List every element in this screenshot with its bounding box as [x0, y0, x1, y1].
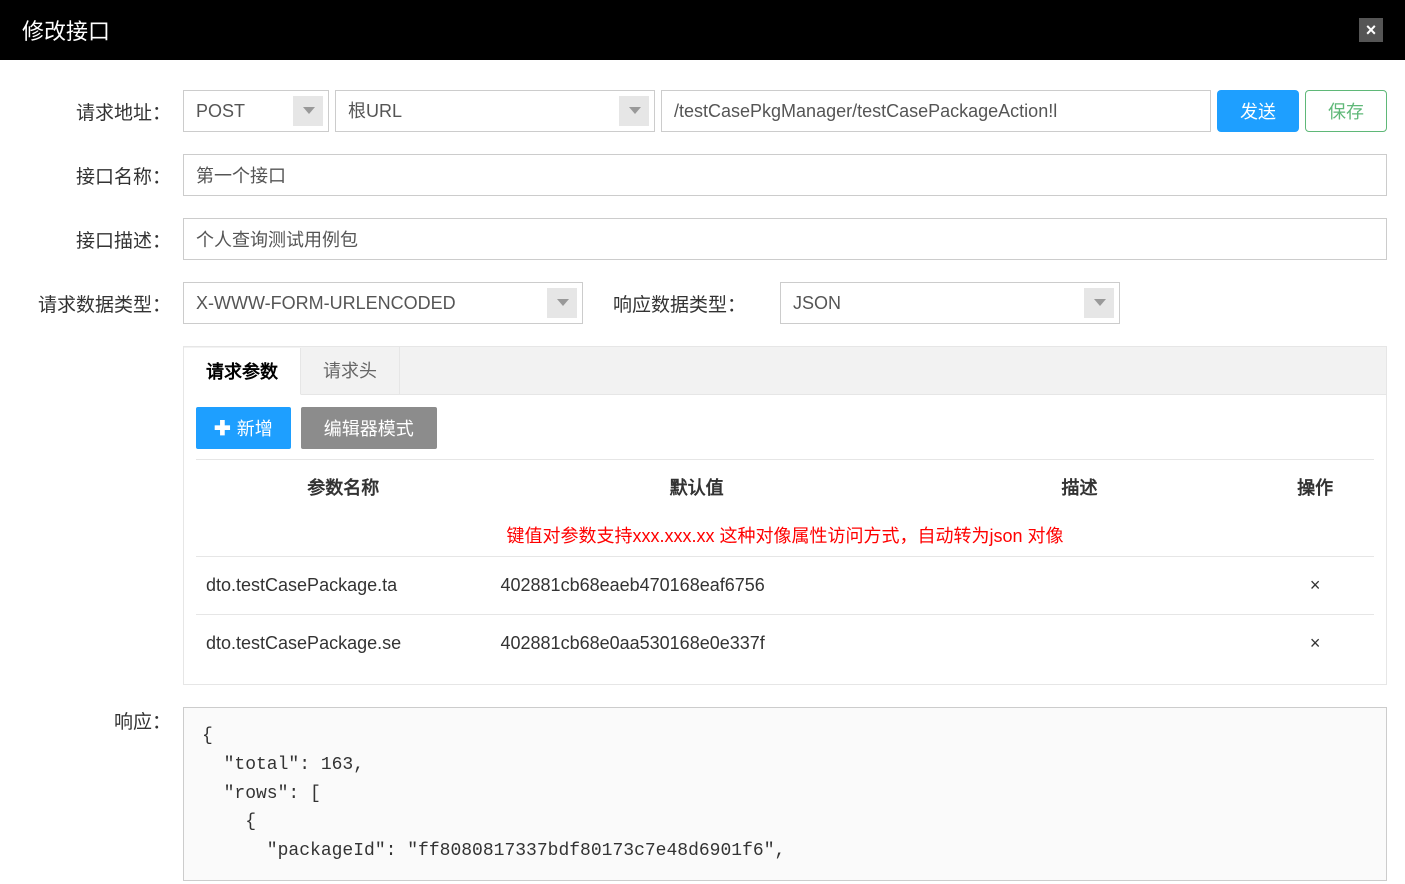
tabs: 请求参数 请求头	[184, 347, 1386, 395]
label-interface-desc: 接口描述：	[18, 226, 183, 253]
method-select-wrap: POST	[183, 90, 329, 132]
modal-header: 修改接口 ×	[0, 0, 1405, 60]
row-interface-name: 接口名称：	[18, 154, 1387, 196]
editor-mode-button[interactable]: 编辑器模式	[301, 407, 437, 449]
param-section: 请求参数 请求头 ✚ 新增 编辑器模式 参数名称	[183, 346, 1387, 685]
baseurl-select[interactable]: 根URL	[335, 90, 655, 132]
row-params: 请求参数 请求头 ✚ 新增 编辑器模式 参数名称	[18, 346, 1387, 685]
save-button[interactable]: 保存	[1305, 90, 1387, 132]
modal-title: 修改接口	[22, 14, 110, 46]
row-data-types: 请求数据类型： X-WWW-FORM-URLENCODED 响应数据类型： JS…	[18, 282, 1387, 324]
row-interface-desc: 接口描述：	[18, 218, 1387, 260]
param-desc-cell[interactable]	[903, 557, 1256, 615]
delete-param-button[interactable]: ×	[1256, 615, 1374, 673]
method-select[interactable]: POST	[183, 90, 329, 132]
col-param-name: 参数名称	[196, 460, 491, 515]
interface-desc-input[interactable]	[183, 218, 1387, 260]
tab-request-params[interactable]: 请求参数	[184, 348, 301, 395]
table-row: dto.testCasePackage.se 402881cb68e0aa530…	[196, 615, 1374, 673]
param-desc-cell[interactable]	[903, 615, 1256, 673]
label-interface-name: 接口名称：	[18, 162, 183, 189]
param-value-cell[interactable]: 402881cb68eaeb470168eaf6756	[491, 557, 903, 615]
interface-name-input[interactable]	[183, 154, 1387, 196]
baseurl-select-wrap: 根URL	[335, 90, 655, 132]
request-type-select[interactable]: X-WWW-FORM-URLENCODED	[183, 282, 583, 324]
table-row: dto.testCasePackage.ta 402881cb68eaeb470…	[196, 557, 1374, 615]
label-response-data-type: 响应数据类型：	[613, 290, 750, 317]
close-button[interactable]: ×	[1359, 18, 1383, 42]
param-name-cell[interactable]: dto.testCasePackage.se	[196, 615, 491, 673]
col-desc: 描述	[903, 460, 1256, 515]
param-toolbar: ✚ 新增 编辑器模式	[196, 407, 1374, 449]
row-response: 响应： { "total": 163, "rows": [ { "package…	[18, 707, 1387, 881]
param-name-cell[interactable]: dto.testCasePackage.ta	[196, 557, 491, 615]
response-type-select[interactable]: JSON	[780, 282, 1120, 324]
row-request-url: 请求地址： POST 根URL 发送 保存	[18, 90, 1387, 132]
response-type-select-wrap: JSON	[780, 282, 1120, 324]
request-type-select-wrap: X-WWW-FORM-URLENCODED	[183, 282, 583, 324]
label-request-data-type: 请求数据类型：	[18, 290, 183, 317]
param-hint-text: 键值对参数支持xxx.xxx.xx 这种对像属性访问方式，自动转为json 对像	[196, 514, 1374, 557]
label-request-url: 请求地址：	[18, 98, 183, 125]
col-action: 操作	[1256, 460, 1374, 515]
send-button[interactable]: 发送	[1217, 90, 1299, 132]
label-response: 响应：	[18, 707, 183, 734]
add-param-button[interactable]: ✚ 新增	[196, 407, 291, 449]
tab-content: ✚ 新增 编辑器模式 参数名称 默认值 描述 操作	[184, 395, 1386, 684]
tab-request-headers[interactable]: 请求头	[301, 347, 400, 394]
close-icon: ×	[1366, 20, 1377, 41]
param-value-cell[interactable]: 402881cb68e0aa530168e0e337f	[491, 615, 903, 673]
modal-body: 请求地址： POST 根URL 发送 保存 接口名称：	[0, 60, 1405, 884]
response-textarea[interactable]: { "total": 163, "rows": [ { "packageId":…	[183, 707, 1387, 881]
url-path-input[interactable]	[661, 90, 1211, 132]
param-table: 参数名称 默认值 描述 操作 键值对参数支持xxx.xxx.xx 这种对像属性访…	[196, 459, 1374, 672]
col-default-value: 默认值	[491, 460, 903, 515]
delete-param-button[interactable]: ×	[1256, 557, 1374, 615]
plus-icon: ✚	[214, 416, 231, 441]
param-hint-row: 键值对参数支持xxx.xxx.xx 这种对像属性访问方式，自动转为json 对像	[196, 514, 1374, 557]
